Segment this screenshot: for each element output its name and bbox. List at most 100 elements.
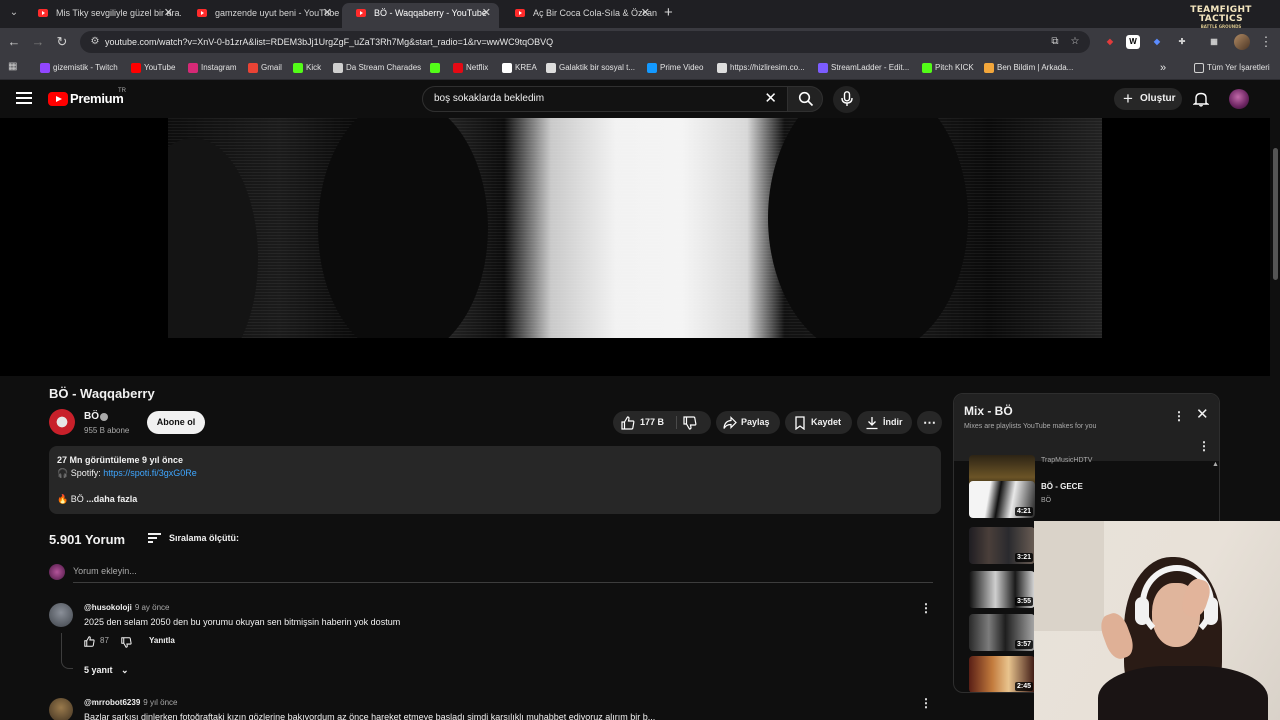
mix-thumbnail[interactable]: 3:55 — [969, 571, 1035, 608]
channel-avatar[interactable] — [49, 409, 75, 435]
subscribe-button[interactable]: Abone ol — [147, 411, 205, 434]
bookmark-item[interactable]: Netflix — [453, 61, 488, 75]
comment-author[interactable]: @husokoloji — [84, 603, 132, 612]
bookmark-item[interactable]: Da Stream Charades — [333, 61, 421, 75]
mix-thumbnail[interactable]: 3:57 — [969, 614, 1035, 651]
extension-w-icon[interactable]: W — [1126, 35, 1140, 49]
bookmark-item[interactable]: Prime Video — [647, 61, 703, 75]
description-box[interactable]: 27 Mn görüntüleme 9 yıl önce 🎧 Spotify: … — [49, 446, 941, 514]
mix-thumbnail[interactable]: 2:45 — [969, 656, 1035, 692]
bookmark-label: YouTube — [144, 63, 176, 72]
close-icon[interactable]: ✕ — [1196, 407, 1209, 423]
sort-button[interactable]: Sıralama ölçütü: — [148, 531, 239, 545]
youtube-logo-icon[interactable] — [48, 92, 68, 106]
show-more-link[interactable]: ...daha fazla — [86, 494, 137, 504]
voice-search-button[interactable] — [833, 86, 860, 113]
bookmark-label: Netflix — [466, 63, 489, 72]
profile-avatar[interactable] — [1234, 34, 1250, 50]
mix-item[interactable]: 4:21 BÖ - GECE BÖ — [969, 481, 1209, 521]
video-frame[interactable] — [168, 118, 1102, 338]
reload-icon[interactable]: ↻ — [54, 34, 70, 50]
create-button[interactable]: + Oluştur — [1114, 88, 1182, 110]
video-player[interactable] — [0, 118, 1270, 376]
all-bookmarks-folder[interactable]: Tüm Yer İşaretleri — [1194, 61, 1270, 75]
scrollbar-thumb[interactable] — [1273, 148, 1278, 280]
star-icon[interactable]: ☆ — [1068, 35, 1082, 49]
bookmark-item[interactable]: Kick — [293, 61, 321, 75]
bookmark-item[interactable]: KREA — [502, 61, 537, 75]
arrow-left-icon[interactable]: ← — [6, 34, 22, 50]
search-input[interactable]: boş sokaklarda bekledim ✕ — [422, 86, 788, 112]
tab-mis-tiky[interactable]: Mis Tiky sevgiliyle güzel bir ara... ✕ — [24, 3, 181, 28]
kebab-icon[interactable]: ⋮ — [1198, 439, 1210, 453]
bookmark-item[interactable]: Ben Bildim | Arkada... — [984, 61, 1073, 75]
mix-thumbnail[interactable]: 3:21 — [969, 527, 1035, 564]
thumbs-up-icon[interactable] — [84, 636, 95, 647]
bookmark-item[interactable]: Gmail — [248, 61, 282, 75]
kebab-icon[interactable]: ⋮ — [920, 696, 932, 710]
description-snippet: 🔥 BÖ ...daha fazla — [57, 494, 137, 505]
bookmark-item[interactable]: Galaktik bir sosyal t... — [546, 61, 635, 75]
comment-time[interactable]: 9 ay önce — [135, 603, 170, 612]
search-query[interactable]: boş sokaklarda bekledim — [434, 93, 544, 104]
search-button[interactable] — [787, 86, 823, 112]
comment-time[interactable]: 9 yıl önce — [143, 698, 177, 707]
tab-close-icon[interactable]: ✕ — [641, 3, 650, 24]
kebab-icon[interactable]: ⋮ — [920, 601, 932, 615]
comment-author[interactable]: @mrrobot6239 — [84, 698, 140, 707]
reply-button[interactable]: Yanıtla — [149, 636, 175, 645]
thumbs-down-icon[interactable] — [683, 416, 697, 430]
share-button[interactable]: Paylaş — [716, 411, 780, 434]
menu-icon[interactable] — [16, 91, 32, 105]
extension-red-icon[interactable]: ◆ — [1103, 35, 1117, 49]
mix-title[interactable]: Mix - BÖ — [964, 404, 1013, 418]
tab-close-icon[interactable]: ✕ — [482, 3, 491, 24]
spotify-link[interactable]: https://spoti.fi/3gxG0Re — [103, 468, 197, 478]
tab-close-icon[interactable]: ✕ — [164, 3, 173, 24]
commenter-avatar[interactable] — [49, 603, 73, 627]
download-button[interactable]: İndir — [857, 411, 912, 434]
tab-bo-waqqaberry[interactable]: BÖ - Waqqaberry - YouTube ✕ — [342, 3, 499, 28]
bookmark-item[interactable]: YouTube — [131, 61, 175, 75]
url-text[interactable]: youtube.com/watch?v=XnV-0-b1zrA&list=RDE… — [105, 35, 553, 49]
add-comment-input[interactable]: Yorum ekleyin... — [73, 566, 933, 583]
save-button[interactable]: Kaydet — [785, 411, 852, 434]
more-actions-button[interactable]: ⋯ — [917, 411, 942, 434]
tab-ac-bir-coca-cola[interactable]: Aç Bir Coca Cola-Sıla & Özcan D... ✕ — [501, 3, 658, 28]
apps-grid-icon[interactable]: ▦ — [8, 61, 17, 72]
bookmark-item[interactable]: Instagram — [188, 61, 237, 75]
mix-thumbnail[interactable]: 4:21 — [969, 481, 1035, 518]
address-bar[interactable]: ⚙ youtube.com/watch?v=XnV-0-b1zrA&list=R… — [80, 31, 1090, 53]
tab-search-icon[interactable]: ⌄ — [6, 5, 22, 21]
chevron-right-icon[interactable]: » — [1160, 61, 1166, 75]
scroll-up-icon[interactable]: ▲ — [1212, 461, 1219, 468]
tab-gamzende-uyut-beni[interactable]: gamzende uyut beni - YouTube ✕ — [183, 3, 340, 28]
kebab-icon[interactable]: ⋮ — [1173, 409, 1185, 423]
youtube-premium-label[interactable]: Premium — [70, 91, 124, 106]
bookmark-item[interactable]: StreamLadder - Edit... — [818, 61, 909, 75]
kebab-icon[interactable]: ⋮ — [1258, 34, 1274, 50]
bookmark-item[interactable]: gizemistik - Twitch — [40, 61, 118, 75]
mix-item-title[interactable]: BÖ - GECE — [1041, 482, 1083, 491]
puzzle-icon[interactable]: ✚ — [1175, 35, 1189, 49]
account-avatar[interactable] — [1229, 89, 1249, 109]
commenter-avatar[interactable] — [49, 698, 73, 720]
tune-icon[interactable]: ⚙ — [88, 35, 102, 49]
close-icon[interactable]: ✕ — [764, 90, 777, 108]
bookmark-item[interactable]: Pitch KICK — [922, 61, 974, 75]
extension-grid-icon[interactable]: ▦ — [1207, 35, 1221, 49]
bookmark-item[interactable]: https://hizliresim.co... — [717, 61, 805, 75]
arrow-right-icon[interactable]: → — [30, 34, 46, 50]
mix-item-channel: TrapMusicHDTV — [1041, 457, 1093, 464]
replies-toggle[interactable]: 5 yanıt ⌄ — [84, 665, 129, 676]
bookmark-item[interactable] — [430, 61, 443, 75]
thumbs-down-icon[interactable] — [121, 637, 132, 648]
extension-blue-icon[interactable]: ◆ — [1150, 35, 1164, 49]
tab-close-icon[interactable]: ✕ — [323, 3, 332, 24]
like-count[interactable]: 177 B — [640, 411, 664, 434]
new-tab-icon[interactable]: + — [664, 4, 673, 21]
install-app-icon[interactable]: ⧉ — [1048, 35, 1062, 49]
bell-icon[interactable] — [1193, 91, 1209, 107]
thumbs-up-icon[interactable] — [621, 416, 635, 430]
channel-name[interactable]: BÖ — [84, 411, 99, 422]
